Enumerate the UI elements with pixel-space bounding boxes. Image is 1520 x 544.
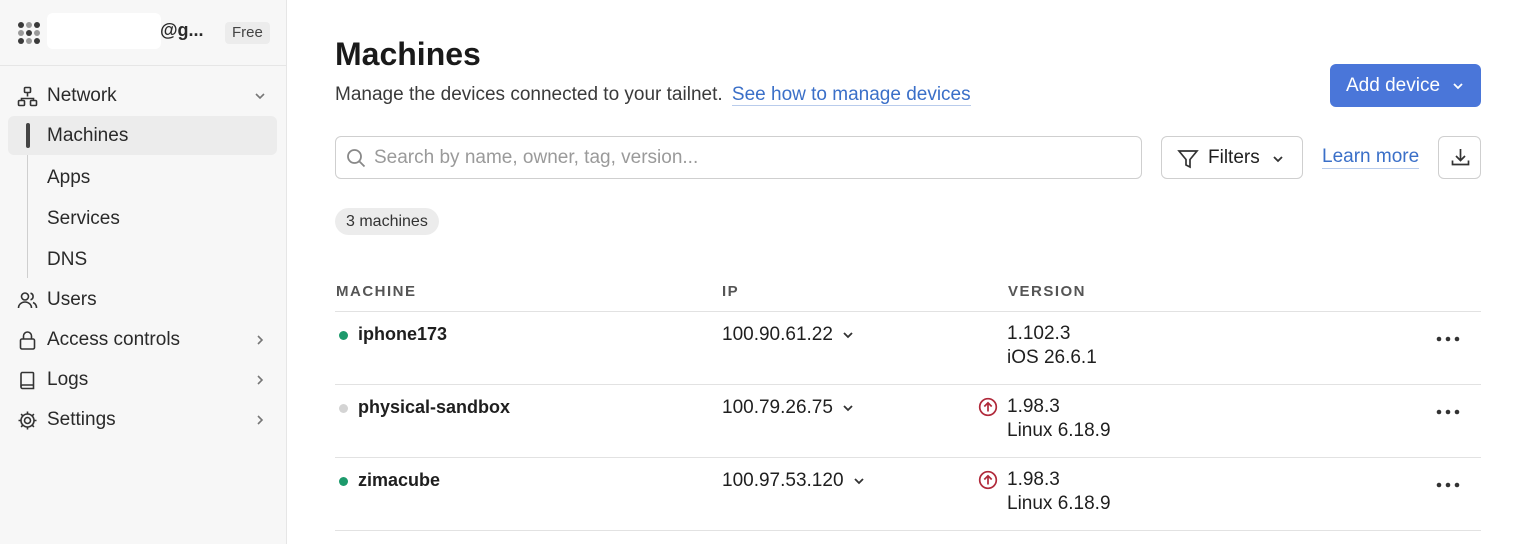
column-header-machine[interactable]: MACHINE bbox=[336, 283, 417, 300]
table-header: MACHINE IP VERSION bbox=[335, 270, 1481, 312]
sidebar-item-label: Users bbox=[47, 289, 97, 310]
sidebar-item-label: Settings bbox=[47, 409, 116, 430]
network-icon bbox=[17, 86, 38, 107]
machine-os: iOS 26.6.1 bbox=[1007, 347, 1097, 368]
chevron-down-icon bbox=[853, 478, 864, 485]
machine-count-badge: 3 machines bbox=[335, 208, 439, 235]
sidebar-item-label: Machines bbox=[47, 124, 129, 146]
main-content: Machines Manage the devices connected to… bbox=[335, 0, 1481, 544]
add-device-label: Add device bbox=[1346, 74, 1441, 96]
sidebar-item-services[interactable]: Services bbox=[0, 198, 287, 239]
search-box bbox=[335, 136, 1142, 179]
apps-grid-icon[interactable] bbox=[18, 22, 40, 44]
more-options-icon[interactable] bbox=[1435, 334, 1461, 344]
chevron-down-icon bbox=[843, 332, 853, 339]
sidebar-item-network[interactable]: Network bbox=[0, 76, 287, 116]
users-icon bbox=[17, 292, 38, 309]
machine-version: 1.98.3 bbox=[1007, 469, 1060, 490]
column-header-ip[interactable]: IP bbox=[722, 283, 739, 300]
sidebar-item-label: Access controls bbox=[47, 329, 181, 350]
search-icon bbox=[347, 149, 366, 168]
page-title: Machines bbox=[335, 36, 481, 72]
plan-badge: Free bbox=[225, 22, 270, 44]
machine-ip[interactable]: 100.79.26.75 bbox=[722, 397, 855, 419]
machine-name[interactable]: iphone173 bbox=[358, 324, 447, 345]
table-row[interactable]: physical-sandbox 100.79.26.75 1.98.3 Lin… bbox=[335, 385, 1481, 458]
machine-os: Linux 6.18.9 bbox=[1007, 493, 1111, 514]
download-button[interactable] bbox=[1438, 136, 1481, 179]
sidebar-item-label: Network bbox=[47, 85, 117, 106]
sidebar-item-settings[interactable]: Settings bbox=[0, 400, 287, 440]
page-subtitle: Manage the devices connected to your tai… bbox=[335, 84, 971, 106]
sidebar-item-apps[interactable]: Apps bbox=[0, 157, 287, 198]
table-row[interactable]: iphone173 100.90.61.22 1.102.3 iOS 26.6.… bbox=[335, 312, 1481, 385]
table-row[interactable]: zimacube 100.97.53.120 1.98.3 Linux 6.18… bbox=[335, 458, 1481, 531]
gear-icon bbox=[18, 411, 37, 430]
chevron-up-icon bbox=[255, 93, 265, 100]
ip-text: 100.79.26.75 bbox=[722, 397, 833, 418]
account-switcher[interactable] bbox=[47, 13, 161, 49]
ip-text: 100.90.61.22 bbox=[722, 324, 833, 345]
manage-devices-link[interactable]: See how to manage devices bbox=[731, 84, 971, 106]
column-header-version[interactable]: VERSION bbox=[1008, 283, 1086, 300]
status-online-dot bbox=[339, 477, 348, 486]
chevron-right-icon bbox=[257, 375, 264, 385]
sidebar-item-label: Logs bbox=[47, 369, 89, 390]
sidebar-item-label: DNS bbox=[47, 248, 88, 270]
status-offline-dot bbox=[339, 404, 348, 413]
sidebar-item-machines[interactable]: Machines bbox=[8, 116, 277, 155]
machine-ip[interactable]: 100.90.61.22 bbox=[722, 324, 855, 346]
lock-icon bbox=[19, 331, 36, 350]
filters-label: Filters bbox=[1208, 146, 1260, 168]
chevron-down-icon bbox=[843, 405, 853, 412]
learn-more-link[interactable]: Learn more bbox=[1322, 146, 1420, 169]
subtitle-text: Manage the devices connected to your tai… bbox=[335, 84, 723, 105]
sidebar: @g... Free Network Machines Apps Service… bbox=[0, 0, 287, 544]
sidebar-item-logs[interactable]: Logs bbox=[0, 360, 287, 400]
download-icon bbox=[1451, 149, 1470, 166]
machines-table: MACHINE IP VERSION iphone173 100.90.61.2… bbox=[335, 270, 1481, 531]
machine-version: 1.102.3 bbox=[1007, 323, 1071, 344]
machine-os: Linux 6.18.9 bbox=[1007, 420, 1111, 441]
sidebar-item-users[interactable]: Users bbox=[0, 280, 287, 320]
sidebar-item-label: Apps bbox=[47, 166, 91, 188]
more-options-icon[interactable] bbox=[1435, 407, 1461, 417]
update-available-icon[interactable] bbox=[978, 397, 998, 417]
filters-button[interactable]: Filters bbox=[1161, 136, 1303, 179]
sidebar-nav: Network Machines Apps Services DNS Users… bbox=[0, 76, 287, 440]
more-options-icon[interactable] bbox=[1435, 480, 1461, 490]
machine-name[interactable]: zimacube bbox=[358, 470, 440, 491]
add-device-button[interactable]: Add device bbox=[1330, 64, 1481, 107]
account-name[interactable]: @g... bbox=[160, 20, 204, 41]
chevron-down-icon bbox=[1453, 83, 1463, 90]
ip-text: 100.97.53.120 bbox=[722, 470, 844, 491]
filter-icon bbox=[1177, 150, 1199, 169]
machine-version: 1.98.3 bbox=[1007, 396, 1060, 417]
machine-ip[interactable]: 100.97.53.120 bbox=[722, 470, 866, 492]
network-submenu: Machines Apps Services DNS bbox=[0, 116, 287, 280]
sidebar-item-dns[interactable]: DNS bbox=[0, 239, 287, 280]
account-header: @g... Free bbox=[0, 0, 286, 66]
machine-name[interactable]: physical-sandbox bbox=[358, 397, 510, 418]
sidebar-item-label: Services bbox=[47, 207, 120, 229]
status-online-dot bbox=[339, 331, 348, 340]
sidebar-item-access-controls[interactable]: Access controls bbox=[0, 320, 287, 360]
search-input[interactable] bbox=[374, 137, 1134, 178]
chevron-right-icon bbox=[257, 415, 264, 425]
chevron-down-icon bbox=[1273, 156, 1283, 163]
chevron-right-icon bbox=[257, 335, 264, 345]
update-available-icon[interactable] bbox=[978, 470, 998, 490]
book-icon bbox=[20, 371, 35, 390]
